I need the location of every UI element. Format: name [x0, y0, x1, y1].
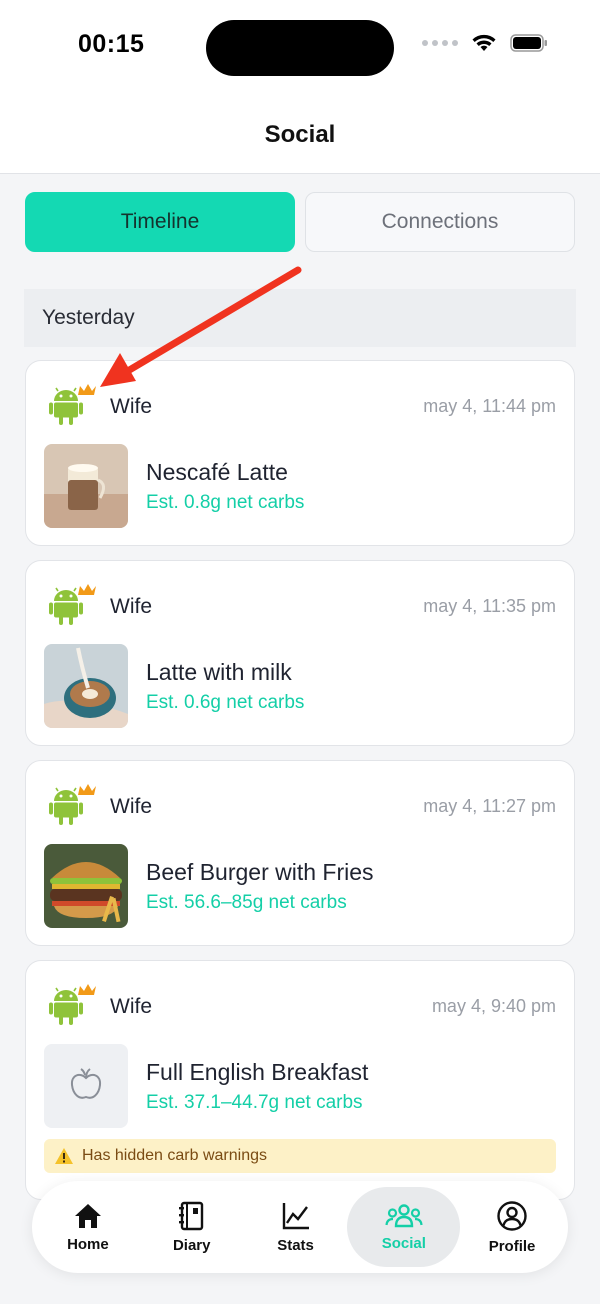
people-icon: [385, 1203, 423, 1227]
net-carbs-estimate: Est. 37.1–44.7g net carbs: [146, 1092, 363, 1113]
section-header-yesterday: Yesterday: [24, 289, 576, 347]
tab-label: Diary: [172, 1236, 211, 1254]
food-photo-latte-glass: [44, 444, 128, 528]
warning-text: Has hidden carb warnings: [82, 1147, 267, 1164]
tab-label: Profile: [488, 1237, 536, 1255]
user-name[interactable]: Wife: [110, 595, 152, 619]
crown-icon: [78, 384, 96, 395]
tab-connections[interactable]: Connections: [305, 192, 575, 252]
entry-timestamp: may 4, 11:35 pm: [423, 596, 556, 616]
crown-icon: [78, 584, 96, 595]
food-name: Nescafé Latte: [146, 459, 288, 485]
status-time: 00:15: [78, 30, 145, 58]
navigation-bar: Social: [0, 96, 600, 174]
tab-profile[interactable]: Profile: [460, 1187, 564, 1267]
feed-entry-card[interactable]: Wife may 4, 11:44 pm Nescafé Latte Est. …: [25, 360, 575, 546]
food-name: Latte with milk: [146, 659, 292, 685]
hidden-carb-warning-banner[interactable]: Has hidden carb warnings: [44, 1139, 556, 1173]
tab-home[interactable]: Home: [36, 1187, 140, 1267]
entry-timestamp: may 4, 11:27 pm: [423, 796, 556, 816]
tab-label: Home: [67, 1235, 109, 1253]
feed-entry-card[interactable]: Wife may 4, 11:35 pm Latte with milk Est…: [25, 560, 575, 746]
cellular-signal-icon: [422, 40, 458, 46]
user-name[interactable]: Wife: [110, 795, 152, 819]
notebook-icon: [178, 1201, 203, 1230]
tab-stats[interactable]: Stats: [244, 1187, 348, 1267]
page-title: Social: [264, 120, 336, 148]
tab-social[interactable]: Social: [347, 1187, 461, 1267]
crown-icon: [78, 784, 96, 795]
net-carbs-estimate: Est. 0.6g net carbs: [146, 692, 305, 713]
food-name: Full English Breakfast: [146, 1059, 369, 1085]
android-avatar-icon: [49, 384, 96, 425]
food-photo-latte-art: [44, 644, 128, 728]
home-icon: [74, 1203, 101, 1228]
food-photo-burger: [44, 844, 128, 928]
user-name[interactable]: Wife: [110, 995, 152, 1019]
wifi-icon: [472, 34, 496, 51]
entry-timestamp: may 4, 11:44 pm: [423, 396, 556, 416]
bottom-tab-bar: Home Diary Stats Social Profile: [32, 1181, 568, 1273]
tab-diary[interactable]: Diary: [140, 1187, 244, 1267]
apple-icon: [70, 1068, 102, 1099]
feed-entry-card[interactable]: Wife may 4, 11:27 pm Beef Burger with Fr…: [25, 760, 575, 946]
view-segmented-control: Timeline Connections: [25, 192, 575, 252]
android-avatar-icon: [49, 784, 96, 825]
tab-label: Social: [381, 1234, 426, 1252]
battery-icon: [510, 34, 547, 52]
net-carbs-estimate: Est. 0.8g net carbs: [146, 492, 305, 513]
tab-label: Stats: [277, 1236, 314, 1254]
android-avatar-icon: [49, 584, 96, 625]
crown-icon: [78, 984, 96, 995]
user-name[interactable]: Wife: [110, 395, 152, 419]
dynamic-island: [206, 20, 394, 76]
tab-timeline[interactable]: Timeline: [25, 192, 295, 252]
warning-icon: [55, 1148, 73, 1164]
entry-timestamp: may 4, 9:40 pm: [431, 996, 556, 1016]
net-carbs-estimate: Est. 56.6–85g net carbs: [146, 892, 347, 913]
status-icons: [422, 34, 548, 52]
food-placeholder: [44, 1044, 128, 1128]
line-chart-icon: [282, 1202, 309, 1229]
food-name: Beef Burger with Fries: [146, 859, 374, 885]
feed-entry-card[interactable]: Wife may 4, 9:40 pm Full English Breakfa…: [25, 960, 575, 1200]
android-avatar-icon: [49, 984, 96, 1025]
status-bar: 00:15: [0, 0, 600, 96]
user-circle-icon: [497, 1200, 527, 1231]
